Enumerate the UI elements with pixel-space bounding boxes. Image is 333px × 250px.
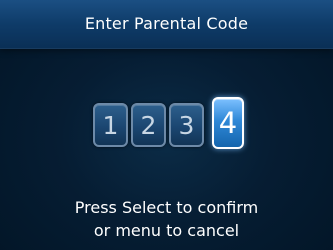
- instruction-line-1: Press Select to confirm: [74, 198, 259, 217]
- digit-box-4-selected[interactable]: 4: [212, 97, 244, 149]
- code-entry: 1 2 3 4: [93, 97, 245, 149]
- digit-box-3[interactable]: 3: [169, 103, 204, 147]
- digit-box-1[interactable]: 1: [93, 103, 128, 147]
- header-bar: Enter Parental Code: [0, 0, 333, 49]
- screen-title: Enter Parental Code: [84, 14, 249, 33]
- instruction-line-2: or menu to cancel: [93, 221, 240, 240]
- parental-code-screen: Enter Parental Code 1 2 3 4 Press Select…: [0, 0, 333, 250]
- digit-box-2[interactable]: 2: [131, 103, 166, 147]
- instruction-text: Press Select to confirm or menu to cance…: [0, 196, 333, 242]
